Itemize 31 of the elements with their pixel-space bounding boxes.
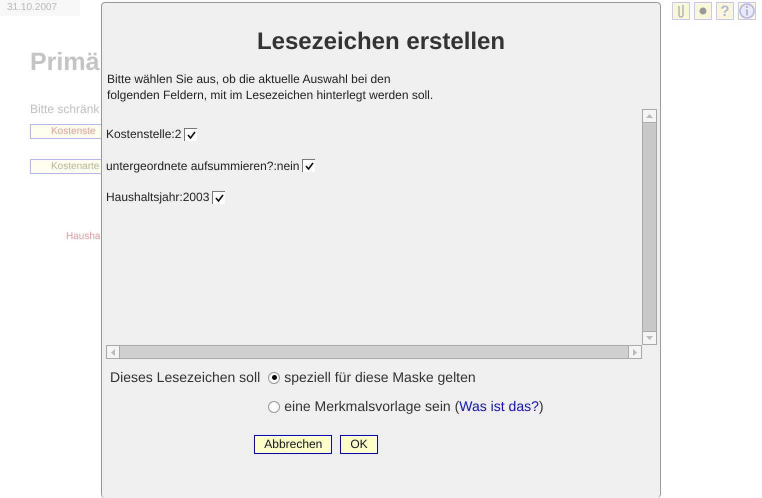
checkbox[interactable] [184, 128, 198, 140]
scope-label: Dieses Lesezeichen soll [110, 368, 260, 387]
page-title: Primä [30, 47, 101, 78]
prompt-text: Bitte schränk [30, 102, 100, 116]
up-arrow-icon[interactable] [646, 114, 653, 118]
option-text: speziell für diese Maske gelten [284, 368, 476, 387]
left-arrow-icon[interactable] [111, 348, 115, 356]
radio-button[interactable] [268, 372, 280, 384]
dot-icon [699, 7, 707, 15]
description-text: folgenden Feldern, mit im Lesezeichen hinterlegt werden soll. [107, 87, 434, 103]
attachment-button[interactable] [672, 2, 690, 20]
info-button[interactable] [738, 2, 756, 20]
dialog-button[interactable]: Abbrechen [254, 435, 332, 454]
radio-button[interactable] [268, 400, 280, 412]
date-label: 31.10.2007 [0, 0, 80, 16]
field-label: Haushaltsjahr:2003 [106, 189, 210, 206]
checkbox[interactable] [212, 190, 226, 204]
description-text: Bitte wählen Sie aus, ob die aktuelle Auswahl bei den [107, 71, 392, 87]
help-link[interactable]: Was ist das? [459, 398, 539, 414]
option-text: eine Merkmalsvorlage sein (Was ist das?) [284, 397, 544, 416]
vertical-scrollbar[interactable] [642, 109, 657, 345]
right-arrow-icon[interactable] [633, 348, 637, 356]
checkbox[interactable] [302, 159, 316, 172]
paperclip-icon [676, 4, 686, 18]
info-icon [739, 3, 755, 19]
horizontal-scrollbar[interactable] [106, 345, 642, 359]
down-arrow-icon[interactable] [646, 336, 653, 340]
dialog-button[interactable]: OK [340, 435, 378, 454]
dot-button[interactable] [694, 2, 712, 20]
dialog-title: Lesezeichen erstellen [256, 27, 506, 57]
field-label: Hausha [66, 230, 102, 244]
